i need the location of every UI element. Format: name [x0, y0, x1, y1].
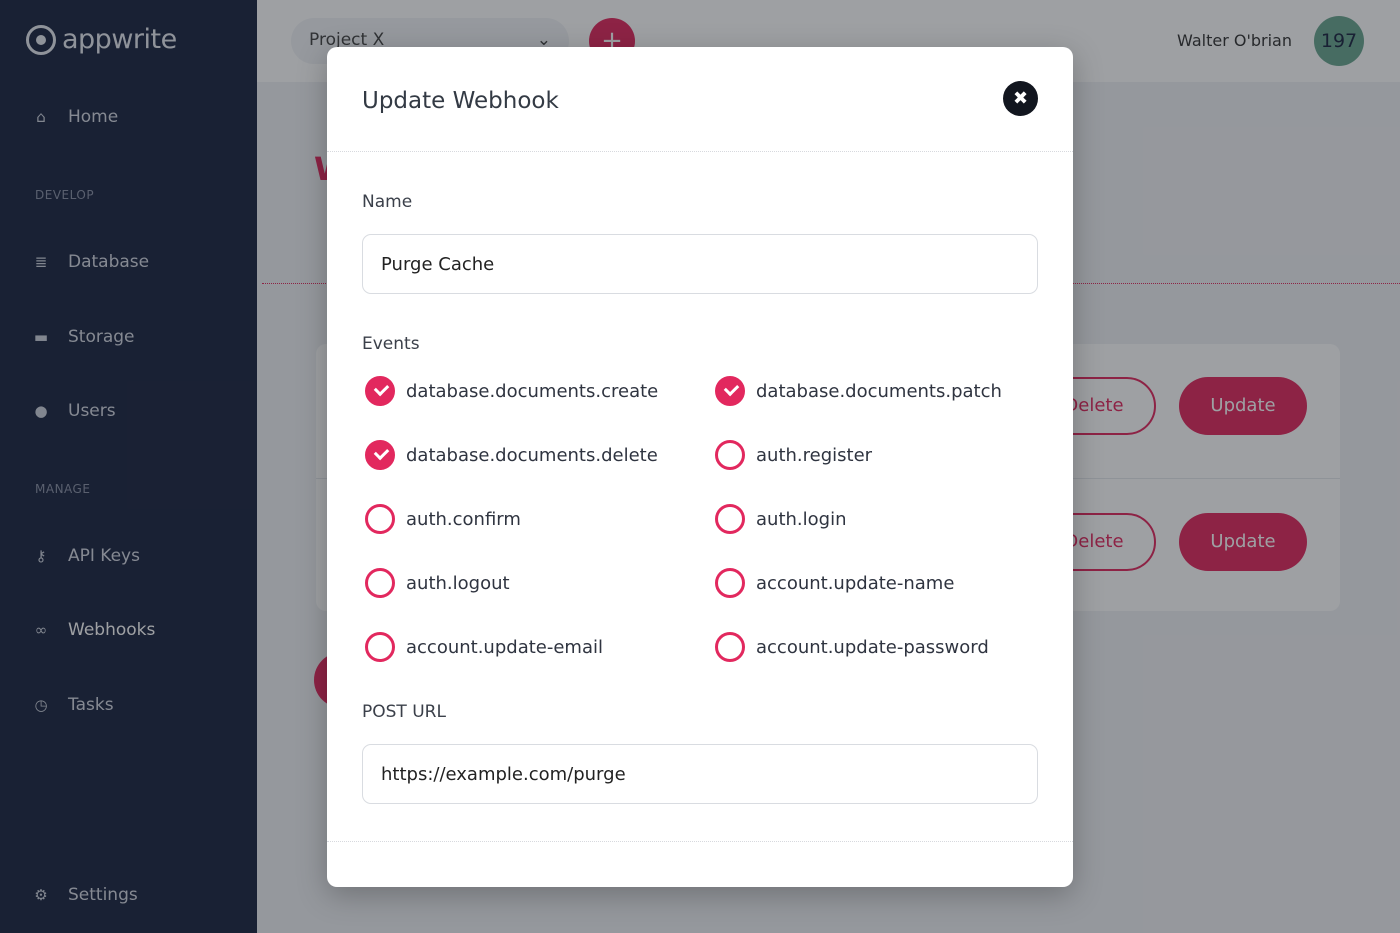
- checkbox-icon[interactable]: [715, 440, 745, 470]
- events-label: Events: [362, 334, 420, 354]
- post-url-label: POST URL: [362, 702, 446, 722]
- event-checkbox[interactable]: database.documents.patch: [715, 376, 1002, 406]
- update-webhook-modal: Update Webhook ✖ Name Events database.do…: [327, 47, 1073, 887]
- event-checkbox[interactable]: auth.login: [715, 504, 846, 534]
- event-label: account.update-name: [756, 572, 955, 594]
- modal-title: Update Webhook: [362, 88, 559, 114]
- event-checkbox[interactable]: account.update-password: [715, 632, 989, 662]
- post-url-input[interactable]: [362, 744, 1038, 804]
- checkbox-icon[interactable]: [715, 376, 745, 406]
- checkbox-icon[interactable]: [365, 504, 395, 534]
- name-input[interactable]: [362, 234, 1038, 294]
- checkbox-icon[interactable]: [365, 568, 395, 598]
- event-checkbox[interactable]: database.documents.create: [365, 376, 658, 406]
- checkbox-icon[interactable]: [365, 440, 395, 470]
- close-button[interactable]: ✖: [1003, 81, 1038, 116]
- event-label: auth.logout: [406, 572, 510, 594]
- event-checkbox[interactable]: auth.register: [715, 440, 872, 470]
- modal-divider: [327, 151, 1073, 152]
- modal-footer-divider: [327, 841, 1073, 842]
- event-checkbox[interactable]: account.update-name: [715, 568, 954, 598]
- checkbox-icon[interactable]: [365, 632, 395, 662]
- event-label: account.update-email: [406, 636, 603, 658]
- event-checkbox[interactable]: auth.confirm: [365, 504, 521, 534]
- event-checkbox[interactable]: auth.logout: [365, 568, 510, 598]
- event-label: auth.login: [756, 508, 847, 530]
- checkbox-icon[interactable]: [365, 376, 395, 406]
- event-label: database.documents.patch: [756, 380, 1002, 402]
- checkbox-icon[interactable]: [715, 632, 745, 662]
- event-label: auth.confirm: [406, 508, 521, 530]
- event-label: database.documents.create: [406, 380, 659, 402]
- event-label: account.update-password: [756, 636, 989, 658]
- event-label: database.documents.delete: [406, 444, 658, 466]
- event-checkbox[interactable]: database.documents.delete: [365, 440, 658, 470]
- event-label: auth.register: [756, 444, 873, 466]
- checkbox-icon[interactable]: [715, 504, 745, 534]
- event-checkbox[interactable]: account.update-email: [365, 632, 603, 662]
- checkbox-icon[interactable]: [715, 568, 745, 598]
- name-label: Name: [362, 192, 413, 212]
